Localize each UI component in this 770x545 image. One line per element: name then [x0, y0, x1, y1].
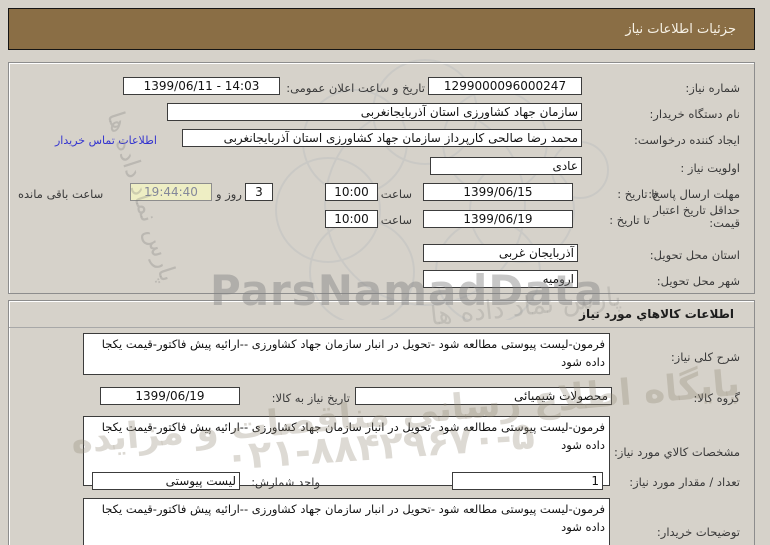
delivery-province-field[interactable]: آذربایجان غربی — [423, 244, 578, 262]
unit-field[interactable]: لیست پیوستی — [92, 472, 240, 490]
need-number-label: شماره نیاز: — [685, 81, 740, 95]
reply-until-label: تا تاریخ : — [617, 187, 658, 201]
reply-hour-label: ساعت — [380, 187, 412, 201]
request-creator-field[interactable]: محمد رضا صالحی کارپرداز سازمان جهاد کشاو… — [182, 129, 582, 147]
delivery-city-field[interactable]: ارومیه — [423, 270, 578, 288]
price-hour-label: ساعت — [380, 213, 412, 227]
announce-datetime-field[interactable]: 1399/06/11 - 14:03 — [123, 77, 280, 95]
general-desc-textarea[interactable]: فرمون-لیست پیوستی مطالعه شود -تحویل در ا… — [83, 333, 610, 375]
request-creator-label: ایجاد کننده درخواست: — [634, 133, 740, 147]
price-until-label: تا تاریخ : — [609, 213, 650, 227]
specs-label: مشخصات کالاي مورد نیاز: — [613, 445, 740, 459]
buyer-notes-label: توضیحات خریدار: — [656, 525, 740, 539]
goods-group-label: گروه کالا: — [693, 391, 740, 405]
reply-deadline-label: مهلت ارسال پاسخ: — [648, 187, 740, 201]
delivery-province-label: استان محل تحویل: — [649, 248, 740, 262]
remaining-days-field[interactable]: 3 — [245, 183, 273, 201]
unit-label: واحد شمارش: — [251, 475, 320, 489]
need-date-label: تاریخ نیاز به کالا: — [271, 391, 350, 405]
price-validity-label-line2: قیمت: — [709, 216, 740, 230]
price-validity-label-line1: حداقل تاریخ اعتبار — [653, 203, 740, 217]
buyer-contact-link[interactable]: اطلاعات تماس خریدار — [55, 134, 157, 147]
announce-datetime-label: تاریخ و ساعت اعلان عمومی: — [286, 81, 425, 95]
remaining-days-label: روز و — [216, 187, 242, 201]
quantity-label: تعداد / مقدار مورد نیاز: — [629, 475, 740, 489]
page-title: جزئیات اطلاعات نیاز — [625, 21, 736, 37]
buyer-org-field[interactable]: سازمان جهاد کشاورزی استان آذربایجانغربی — [167, 103, 582, 121]
page: جزئیات اطلاعات نیاز شماره نیاز: 12990000… — [0, 0, 770, 545]
price-validity-time-field[interactable]: 10:00 — [325, 210, 378, 228]
reply-deadline-date-field[interactable]: 1399/06/15 — [423, 183, 573, 201]
need-details-panel — [8, 62, 755, 294]
priority-label: اولویت نیاز : — [680, 161, 740, 175]
remaining-suffix-label: ساعت باقی مانده — [18, 187, 104, 201]
buyer-notes-textarea[interactable]: فرمون-لیست پیوستی مطالعه شود -تحویل در ا… — [83, 498, 610, 545]
price-validity-date-field[interactable]: 1399/06/19 — [423, 210, 573, 228]
delivery-city-label: شهر محل تحویل: — [656, 274, 740, 288]
remaining-countdown-field: 19:44:40 — [130, 183, 212, 201]
general-desc-label: شرح کلی نیاز: — [670, 350, 740, 364]
goods-group-field[interactable]: محصولات شیمیائی — [355, 387, 612, 405]
need-date-field[interactable]: 1399/06/19 — [100, 387, 240, 405]
goods-section-header: اطلاعات کالاهاي مورد نیاز — [9, 301, 754, 328]
reply-deadline-time-field[interactable]: 10:00 — [325, 183, 378, 201]
goods-section-title: اطلاعات کالاهاي مورد نیاز — [579, 307, 734, 321]
section-title-bar: جزئیات اطلاعات نیاز — [8, 8, 755, 50]
need-number-field[interactable]: 1299000096000247 — [428, 77, 582, 95]
priority-field[interactable]: عادی — [430, 157, 582, 175]
buyer-org-label: نام دستگاه خریدار: — [649, 107, 740, 121]
quantity-field[interactable]: 1 — [452, 472, 603, 490]
